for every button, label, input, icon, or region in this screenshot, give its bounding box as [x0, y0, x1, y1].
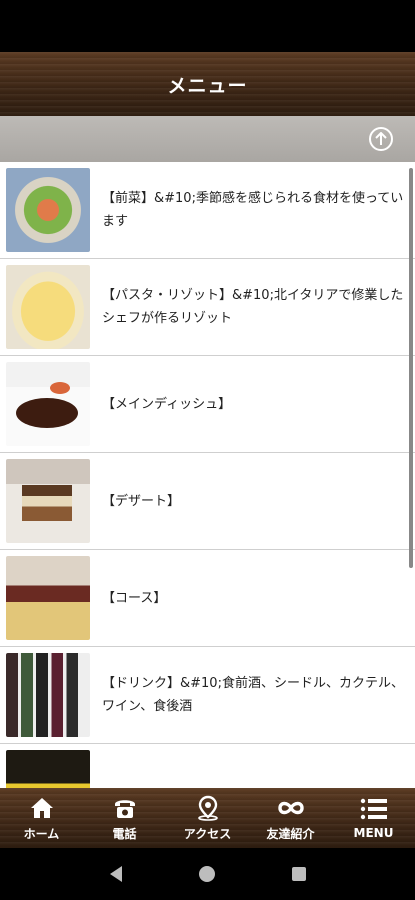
course-photo: [6, 556, 90, 640]
home-icon: [30, 797, 53, 818]
main-dish-photo: [6, 362, 90, 446]
home-system-button[interactable]: [192, 859, 222, 889]
scroll-top-button[interactable]: [369, 127, 393, 151]
nav-access[interactable]: アクセス: [166, 788, 249, 848]
status-bar: [0, 0, 415, 52]
list-item[interactable]: 【メインディッシュ】: [0, 356, 415, 453]
nav-label: 電話: [112, 826, 137, 841]
nav-label: 友達紹介: [266, 826, 315, 841]
drink-photo: [6, 653, 90, 737]
recents-icon: [292, 867, 307, 881]
list-item-label: 【ドリンク】&#10;食前酒、シードル、カクテル、ワイン、食後酒: [102, 676, 404, 714]
list-item[interactable]: 【コース】: [0, 550, 415, 647]
app-header: メニュー: [0, 52, 415, 116]
list-item[interactable]: 【パスタ・リゾット】&#10;北イタリアで修業したシェフが作るリゾット: [0, 259, 415, 356]
nav-menu[interactable]: MENU: [332, 788, 415, 848]
list-item-label: 【コース】: [102, 590, 167, 606]
home-circle-icon: [199, 866, 216, 882]
menu-list[interactable]: 【前菜】&#10;季節感を感じられる食材を使っています 【パスタ・リゾット】&#…: [0, 162, 415, 788]
recents-button[interactable]: [284, 859, 314, 889]
list-item-label: 【メインディッシュ】: [102, 396, 232, 412]
pasta-photo: [6, 265, 90, 349]
list-item[interactable]: [0, 744, 415, 788]
nav-phone[interactable]: 電話: [83, 788, 166, 848]
partial-photo: [6, 750, 90, 788]
list-item[interactable]: 【デザート】: [0, 453, 415, 550]
scrollbar[interactable]: [409, 168, 413, 568]
nav-label: MENU: [353, 826, 394, 840]
list-item[interactable]: 【ドリンク】&#10;食前酒、シードル、カクテル、ワイン、食後酒: [0, 647, 415, 744]
nav-label: ホーム: [23, 826, 60, 841]
infinity-icon: [277, 801, 304, 814]
arrow-up-circle-icon: [375, 132, 387, 145]
bottom-nav: ホーム 電話 アクセス 友達紹介 MENU: [0, 788, 415, 848]
menu-icon: [360, 798, 387, 820]
page-title: メニュー: [167, 74, 248, 97]
back-button[interactable]: [101, 859, 131, 889]
back-icon: [109, 866, 122, 882]
list-item-label: 【前菜】&#10;季節感を感じられる食材を使っています: [102, 191, 404, 229]
nav-home[interactable]: ホーム: [0, 788, 83, 848]
phone-icon: [114, 799, 135, 818]
nav-label: アクセス: [183, 826, 232, 841]
list-item-label: 【パスタ・リゾット】&#10;北イタリアで修業したシェフが作るリゾット: [102, 288, 404, 326]
nav-invite-friends[interactable]: 友達紹介: [249, 788, 332, 848]
appetizer-photo: [6, 168, 90, 252]
list-item-label: 【デザート】: [102, 493, 181, 509]
list-item[interactable]: 【前菜】&#10;季節感を感じられる食材を使っています: [0, 162, 415, 259]
dessert-photo: [6, 459, 90, 543]
sub-toolbar: [0, 116, 415, 162]
map-pin-icon: [197, 795, 218, 821]
system-nav-bar: [0, 848, 415, 900]
